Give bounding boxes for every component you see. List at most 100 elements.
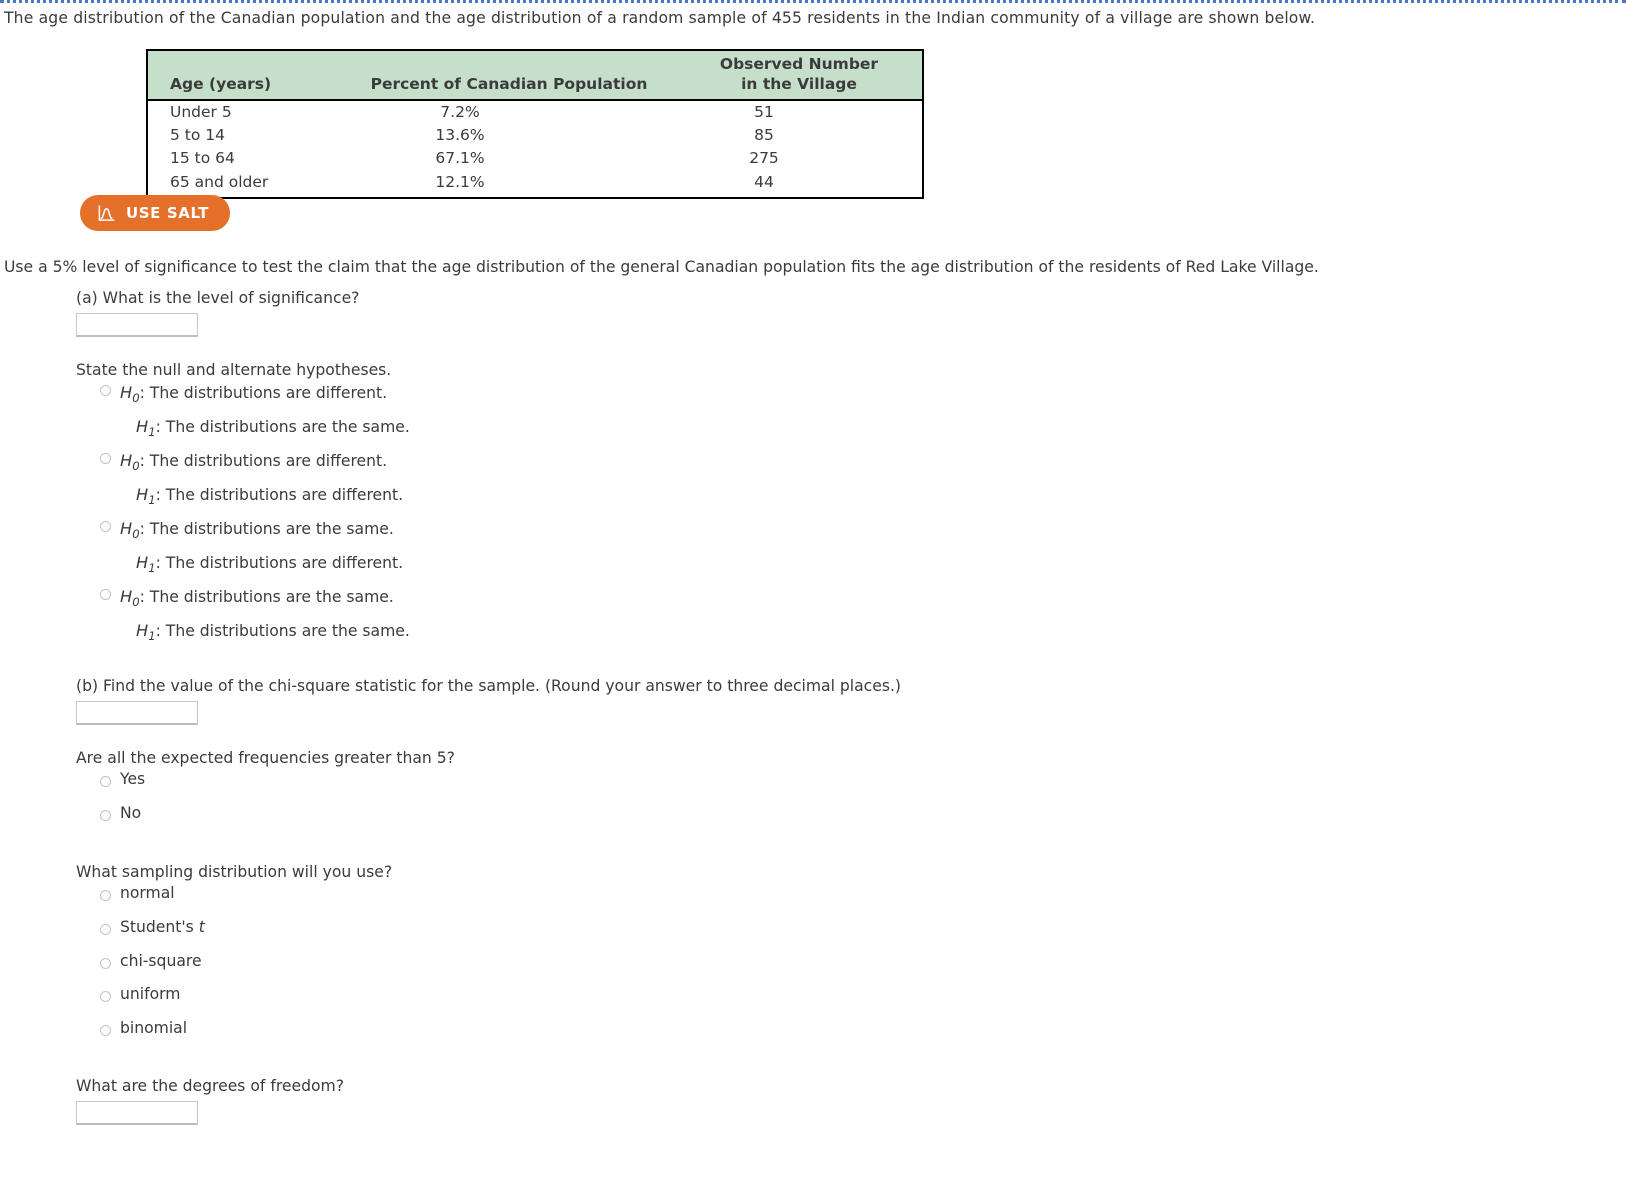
hypothesis-4-null-text: The distributions are the same. [149,588,394,606]
sampling-option-student-t[interactable]: Student's t [100,918,205,936]
sampling-option-uniform-row[interactable]: uniform [100,985,181,1003]
hypothesis-option-1-row[interactable]: H0: The distributions are different. [100,383,410,406]
table-row: 5 to 14 13.6% 85 [147,124,923,147]
sampling-option-chi-square[interactable]: chi-square [100,953,202,970]
radio-button-expected-yes[interactable] [100,776,111,787]
h0-symbol: H0 [120,383,140,406]
sampling-option-binomial-label: binomial [120,1019,188,1037]
expected-frequencies-yes-label: Yes [120,770,146,788]
hypothesis-1-null-line: H0: The distributions are different. [120,383,388,406]
student-prefix: Student's [120,918,199,936]
sampling-option-binomial[interactable]: binomial [100,1019,188,1037]
expected-frequencies-prompt: Are all the expected frequencies greater… [76,749,455,767]
h1-colon: : [155,485,166,504]
column-header-age: Age (years) [147,50,334,101]
hypothesis-option-1[interactable]: H0: The distributions are different. H1:… [100,383,410,440]
hypothesis-4-null-line: H0: The distributions are the same. [120,587,394,610]
sampling-distribution-block: What sampling distribution will you use? [76,863,392,881]
hypothesis-1-null-text: The distributions are different. [149,384,388,402]
h0-colon: : [139,588,150,606]
cell-observed: 85 [754,126,774,145]
h0-colon: : [139,384,150,402]
hypothesis-3-null-line: H0: The distributions are the same. [120,519,394,542]
sampling-option-normal-row[interactable]: normal [100,884,175,902]
h0-colon: : [139,452,150,470]
hypothesis-2-null-line: H0: The distributions are different. [120,451,388,474]
cell-age: 15 to 64 [170,149,235,168]
hypothesis-2-null-text: The distributions are different. [149,452,388,470]
question-a-block: (a) What is the level of significance? [76,289,359,337]
radio-button-hypothesis-2[interactable] [100,453,111,464]
table-header-row: Age (years) Percent of Canadian Populati… [147,50,923,101]
column-header-observed-line1: Observed Number [719,55,879,73]
sampling-option-normal-label: normal [120,884,175,902]
hypothesis-option-4[interactable]: H0: The distributions are the same. H1: … [100,587,410,644]
radio-button-hypothesis-4[interactable] [100,589,111,600]
degrees-of-freedom-block: What are the degrees of freedom? [76,1077,344,1125]
hypothesis-4-alt-line: H1: The distributions are the same. [100,620,410,644]
cell-percent: 67.1% [435,149,485,168]
cell-observed: 275 [749,149,779,168]
h1-symbol: H1 [136,416,156,440]
expected-frequencies-no-row[interactable]: No [100,804,142,822]
h0-symbol: H0 [120,451,140,474]
question-a-label: (a) What is the level of significance? [76,289,360,307]
cell-percent: 13.6% [435,126,485,145]
h1-colon: : [155,553,166,572]
use-salt-label: USE SALT [126,204,209,222]
radio-button-hypothesis-3[interactable] [100,521,111,532]
hypothesis-option-3-row[interactable]: H0: The distributions are the same. [100,519,403,542]
hypothesis-option-3[interactable]: H0: The distributions are the same. H1: … [100,519,404,575]
sampling-option-student-t-row[interactable]: Student's t [100,918,205,936]
hypothesis-option-2-row[interactable]: H0: The distributions are different. [100,451,403,474]
age-distribution-table-wrapper: Age (years) Percent of Canadian Populati… [146,49,924,200]
hypotheses-prompt: State the null and alternate hypotheses. [76,361,392,379]
column-header-observed-line2: in the Village [741,74,857,93]
hypotheses-prompt-block: State the null and alternate hypotheses. [76,361,391,379]
hypothesis-option-2[interactable]: H0: The distributions are different. H1:… [100,451,403,508]
radio-button-sampling-binomial[interactable] [100,1025,111,1036]
h1-symbol: H1 [136,620,156,644]
radio-button-sampling-student-t[interactable] [100,924,111,935]
expected-frequencies-option-no[interactable]: No [100,804,142,822]
sampling-option-chi-square-row[interactable]: chi-square [100,953,202,970]
hypothesis-option-4-row[interactable]: H0: The distributions are the same. [100,587,410,610]
sampling-option-normal[interactable]: normal [100,884,175,902]
expected-frequencies-yes-row[interactable]: Yes [100,770,146,788]
top-divider [0,0,1626,3]
degrees-of-freedom-prompt: What are the degrees of freedom? [76,1077,345,1095]
level-of-significance-input[interactable] [76,313,198,337]
sampling-option-student-t-label: Student's t [120,918,205,936]
radio-button-expected-no[interactable] [100,810,111,821]
use-salt-button[interactable]: USE SALT [80,195,230,231]
distribution-curve-icon [97,204,116,223]
h1-symbol: H1 [136,484,156,508]
sampling-option-uniform-label: uniform [120,985,181,1003]
expected-frequencies-no-label: No [120,804,142,822]
chi-square-statistic-input[interactable] [76,701,198,725]
sampling-distribution-prompt: What sampling distribution will you use? [76,863,393,881]
table-row: Under 5 7.2% 51 [147,100,923,124]
expected-frequencies-option-yes[interactable]: Yes [100,770,146,788]
h0-symbol: H0 [120,519,140,542]
hypothesis-3-null-text: The distributions are the same. [149,520,394,538]
column-header-percent: Percent of Canadian Population [334,50,684,101]
radio-button-sampling-normal[interactable] [100,890,111,901]
h1-colon: : [155,417,166,436]
h1-colon: : [155,621,166,640]
table-body: Under 5 7.2% 51 5 to 14 13.6% 85 15 to 6… [147,100,923,199]
intro-paragraph: The age distribution of the Canadian pop… [4,9,1316,27]
cell-age: Under 5 [170,102,232,121]
cell-observed: 51 [754,102,774,121]
degrees-of-freedom-input[interactable] [76,1101,198,1125]
hypothesis-3-alt-text: The distributions are different. [165,553,404,572]
hypothesis-2-alt-line: H1: The distributions are different. [100,484,403,508]
sampling-option-binomial-row[interactable]: binomial [100,1019,188,1037]
radio-button-sampling-chi-square[interactable] [100,958,111,969]
radio-button-sampling-uniform[interactable] [100,991,111,1002]
sampling-option-uniform[interactable]: uniform [100,985,181,1003]
radio-button-hypothesis-1[interactable] [100,385,111,396]
age-distribution-table: Age (years) Percent of Canadian Populati… [146,49,924,200]
question-b-block: (b) Find the value of the chi-square sta… [76,677,901,725]
h0-symbol: H0 [120,587,140,610]
